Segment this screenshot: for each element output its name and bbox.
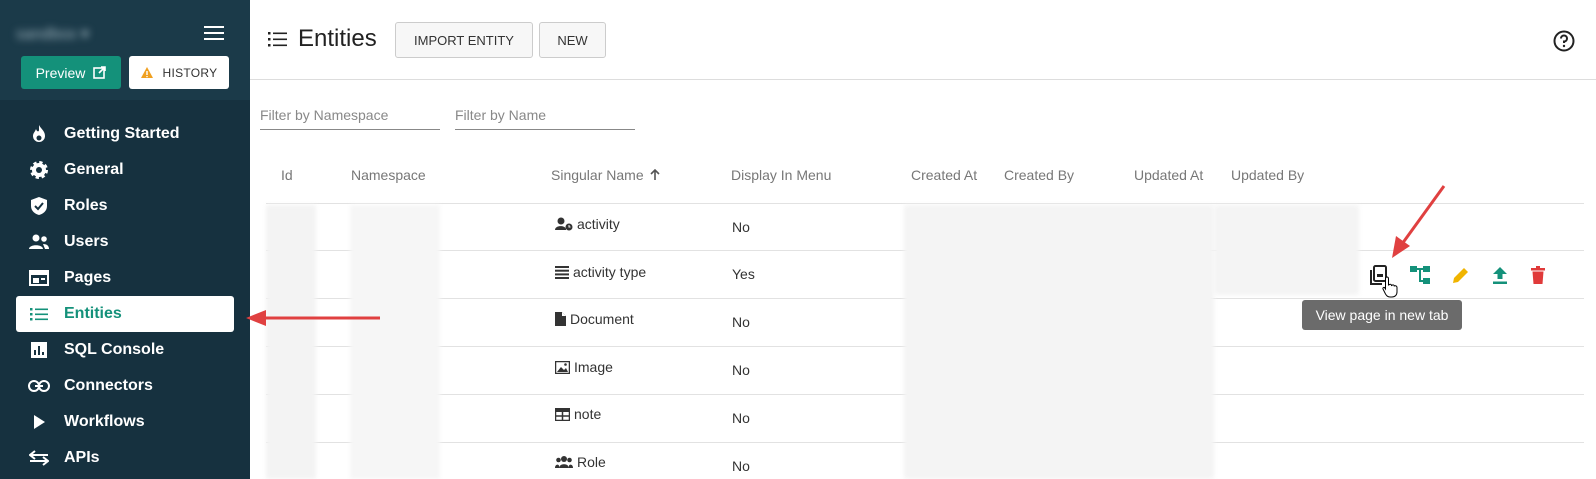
import-entity-button[interactable]: IMPORT ENTITY — [395, 22, 533, 58]
sidebar-item-entities[interactable]: Entities — [16, 296, 234, 332]
play-icon — [28, 411, 50, 433]
redacted-audit-columns — [904, 205, 1214, 479]
table-row[interactable]: note — [555, 406, 601, 422]
display-in-menu-cell: No — [732, 458, 750, 474]
display-in-menu-cell: Yes — [732, 266, 755, 282]
table-row[interactable]: Role — [555, 454, 606, 470]
display-in-menu-cell: No — [732, 314, 750, 330]
sidebar-item-connectors[interactable]: Connectors — [16, 368, 234, 404]
history-button[interactable]: HISTORY — [129, 56, 229, 89]
display-in-menu-cell: No — [732, 219, 750, 235]
namespace-filter-input[interactable]: Filter by Namespace — [260, 104, 440, 130]
display-in-menu-cell: No — [732, 410, 750, 426]
sidebar-item-sql-console[interactable]: SQL Console — [16, 332, 234, 368]
list-lines-icon — [555, 265, 569, 279]
table-row[interactable]: Image — [555, 359, 613, 375]
column-header-namespace[interactable]: Namespace — [351, 167, 426, 183]
sidebar-item-label: Entities — [64, 305, 122, 322]
flame-icon — [28, 123, 50, 145]
singular-name-cell: Role — [577, 454, 606, 470]
sidebar-nav: Getting Started General Roles Users Page… — [16, 116, 234, 476]
sidebar-item-label: Workflows — [64, 413, 145, 430]
warning-icon — [141, 67, 154, 78]
redacted-namespace-column — [350, 205, 440, 479]
hamburger-icon[interactable] — [204, 26, 224, 40]
table-row[interactable]: activity type — [555, 264, 646, 280]
chart-icon — [28, 339, 50, 361]
hand-cursor-icon — [1382, 276, 1398, 298]
list-icon — [268, 32, 287, 47]
redacted-id-column — [266, 205, 316, 479]
users-icon — [555, 456, 573, 468]
users-icon — [28, 231, 50, 253]
sidebar-item-label: APIs — [64, 449, 100, 466]
singular-name-cell: note — [574, 406, 602, 422]
row-divider — [266, 203, 1584, 204]
column-header-display-in-menu[interactable]: Display In Menu — [731, 167, 831, 183]
sidebar-item-label: Pages — [64, 269, 112, 286]
sidebar-item-roles[interactable]: Roles — [16, 188, 234, 224]
preview-button[interactable]: Preview — [21, 56, 121, 89]
column-header-created-by[interactable]: Created By — [1004, 167, 1074, 183]
new-button[interactable]: NEW — [539, 22, 606, 58]
user-clock-icon — [555, 217, 573, 231]
sitemap-icon[interactable] — [1410, 266, 1430, 284]
preview-label: Preview — [35, 64, 86, 81]
table-icon — [555, 407, 570, 421]
column-header-created-at[interactable]: Created At — [911, 167, 977, 183]
column-header-id[interactable]: Id — [281, 167, 293, 183]
edit-pencil-icon[interactable] — [1452, 266, 1470, 284]
sidebar-item-label: Roles — [64, 197, 108, 214]
sidebar-item-label: Getting Started — [64, 125, 180, 142]
annotation-arrow-left — [246, 310, 380, 326]
annotation-arrow-down — [1392, 185, 1446, 258]
singular-name-cell: Document — [570, 311, 634, 327]
sidebar-item-label: Users — [64, 233, 109, 250]
singular-name-cell: activity — [577, 216, 620, 232]
page-title: Entities — [298, 25, 377, 52]
table-row[interactable]: Document — [555, 311, 634, 327]
sidebar-item-users[interactable]: Users — [16, 224, 234, 260]
table-row[interactable]: activity — [555, 216, 620, 232]
column-header-label: Singular Name — [551, 167, 644, 183]
tooltip: View page in new tab — [1302, 300, 1462, 330]
api-icon — [28, 447, 50, 469]
sidebar: sandbox ▾ Preview HISTORY Getting Starte… — [0, 0, 250, 479]
delete-trash-icon[interactable] — [1530, 266, 1546, 284]
workspace-selector[interactable]: sandbox ▾ — [16, 24, 89, 44]
shield-icon — [28, 195, 50, 217]
list-icon — [28, 303, 50, 325]
history-label: HISTORY — [162, 65, 218, 80]
column-header-updated-by[interactable]: Updated By — [1231, 167, 1304, 183]
link-icon — [28, 375, 50, 397]
sidebar-header: sandbox ▾ Preview HISTORY — [0, 0, 250, 100]
sidebar-item-label: General — [64, 161, 124, 178]
upload-icon[interactable] — [1492, 266, 1508, 284]
sidebar-item-apis[interactable]: APIs — [16, 440, 234, 476]
name-filter-input[interactable]: Filter by Name — [455, 104, 635, 130]
sidebar-item-label: SQL Console — [64, 341, 165, 358]
column-header-singular-name[interactable]: Singular Name — [551, 167, 660, 183]
gear-icon — [28, 159, 50, 181]
image-icon — [555, 360, 570, 374]
singular-name-cell: Image — [574, 359, 613, 375]
sidebar-item-label: Connectors — [64, 377, 153, 394]
document-icon — [555, 312, 566, 326]
sidebar-item-pages[interactable]: Pages — [16, 260, 234, 296]
external-link-icon — [93, 66, 107, 79]
sidebar-item-general[interactable]: General — [16, 152, 234, 188]
pages-icon — [28, 267, 50, 289]
display-in-menu-cell: No — [732, 362, 750, 378]
sort-ascending-icon — [650, 169, 660, 180]
column-header-updated-at[interactable]: Updated At — [1134, 167, 1203, 183]
singular-name-cell: activity type — [573, 264, 647, 280]
help-icon[interactable] — [1553, 30, 1575, 52]
sidebar-item-getting-started[interactable]: Getting Started — [16, 116, 234, 152]
sidebar-item-workflows[interactable]: Workflows — [16, 404, 234, 440]
redacted-updated-by-column — [1214, 205, 1359, 295]
